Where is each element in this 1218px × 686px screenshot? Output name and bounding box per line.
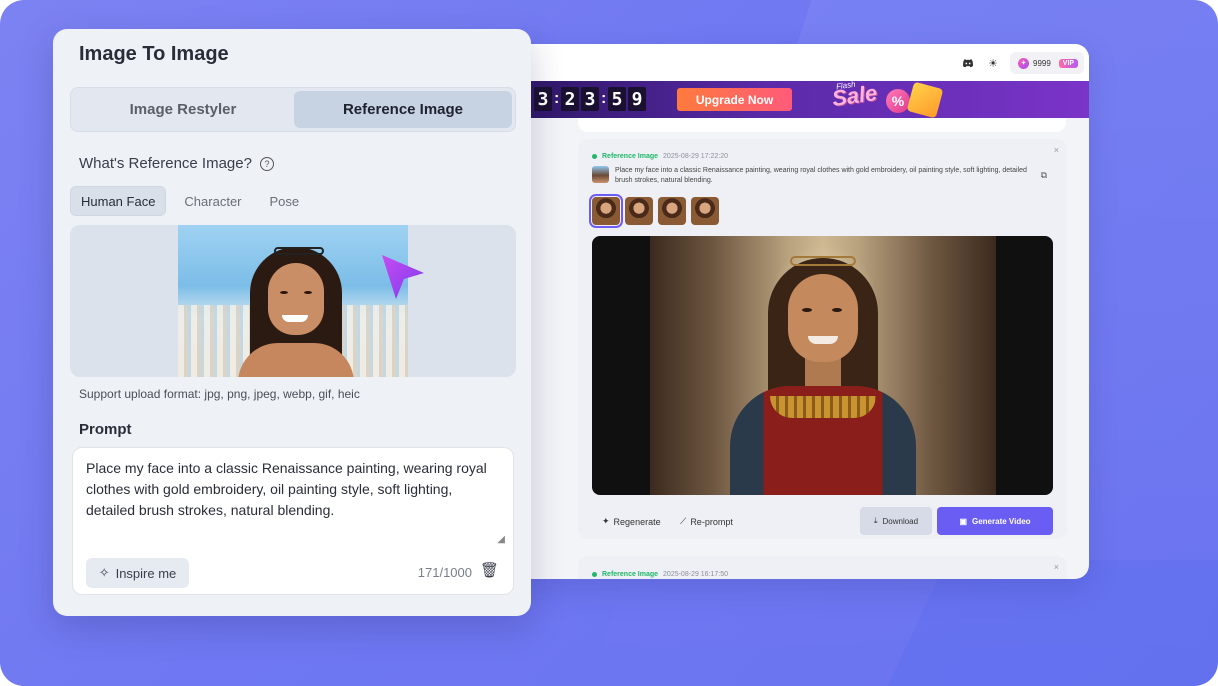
result-card-header: Reference Image 2025-08-29 16:17:50	[592, 571, 728, 578]
support-formats: Support upload format: jpg, png, jpeg, w…	[79, 387, 360, 401]
uploaded-face-photo	[178, 225, 408, 377]
copy-icon[interactable]: ⧉	[1041, 170, 1047, 181]
countdown-digit: 3	[534, 87, 552, 111]
close-icon[interactable]: ×	[1054, 562, 1059, 572]
reference-thumbnail	[592, 166, 609, 183]
reference-image-help: What's Reference Image? ?	[79, 155, 274, 172]
mode-toggle: Image Restyler Reference Image	[70, 87, 516, 132]
previous-result-card	[578, 118, 1066, 132]
video-icon: ▣	[959, 516, 967, 526]
result-thumbnail[interactable]	[589, 194, 623, 228]
result-actions: ✦ Regenerate ⟋ Re-prompt ⤓ Download ▣ Ge…	[592, 507, 1053, 535]
panel-title: Image To Image	[79, 43, 229, 65]
promo-banner: 3 : 2 3 : 5 9 Upgrade Now Flash Sale %	[500, 79, 1089, 119]
result-thumbnail[interactable]	[625, 197, 653, 225]
inspire-me-button[interactable]: ✧ Inspire me	[86, 558, 189, 588]
result-card: Reference Image 2025-08-29 16:17:50 ×	[578, 556, 1067, 579]
countdown-digit: 3	[581, 87, 599, 111]
reference-subtabs: Human Face Character Pose	[70, 186, 317, 216]
result-thumbnails	[589, 194, 719, 228]
prompt-text[interactable]: Place my face into a classic Renaissance…	[86, 458, 491, 521]
result-timestamp: 2025-08-29 16:17:50	[663, 571, 729, 578]
subtab-human-face[interactable]: Human Face	[70, 186, 167, 216]
generated-image[interactable]	[592, 236, 1053, 495]
result-timestamp: 2025-08-29 17:22:20	[663, 153, 729, 160]
regenerate-button[interactable]: ✦ Regenerate	[602, 516, 661, 527]
generate-video-button[interactable]: ▣ Generate Video	[937, 507, 1053, 535]
trash-icon[interactable]: 🗑	[480, 561, 499, 579]
result-thumbnail[interactable]	[691, 197, 719, 225]
countdown-digit: 2	[561, 87, 579, 111]
credits-badge[interactable]: ✦ 9999 VIP	[1010, 52, 1084, 74]
upgrade-now-button[interactable]: Upgrade Now	[677, 88, 792, 111]
countdown-digit: 5	[608, 87, 626, 111]
question-circle-icon[interactable]: ?	[259, 156, 274, 171]
status-dot	[592, 154, 597, 159]
countdown-timer: 3 : 2 3 : 5 9	[534, 87, 646, 111]
sun-icon[interactable]: ☀	[984, 54, 1002, 72]
download-icon: ⤓	[873, 516, 878, 525]
percent-badge: %	[886, 89, 910, 113]
result-thumbnail[interactable]	[658, 197, 686, 225]
tab-reference-image[interactable]: Reference Image	[294, 91, 512, 128]
result-type-tag: Reference Image	[602, 153, 659, 160]
pointer-cursor-icon	[382, 255, 424, 299]
result-prompt-row: Place my face into a classic Renaissance…	[592, 166, 1047, 186]
download-button[interactable]: ⤓ Download	[860, 507, 932, 535]
subtab-character[interactable]: Character	[174, 186, 251, 216]
coins-graphic	[906, 81, 944, 119]
sale-text: Sale	[830, 79, 879, 112]
reprompt-button[interactable]: ⟋ Re-prompt	[680, 516, 733, 527]
result-card-header: Reference Image 2025-08-29 17:22:20	[592, 153, 728, 160]
status-dot	[592, 572, 597, 577]
magic-wand-icon: ⟋	[680, 516, 687, 526]
close-icon[interactable]: ×	[1054, 145, 1059, 155]
top-bar: ☀ ✦ 9999 VIP	[500, 44, 1089, 81]
magic-wand-icon: ✧	[98, 565, 110, 580]
countdown-digit: 9	[628, 87, 646, 111]
discord-icon[interactable]	[959, 54, 977, 72]
flash-sale-graphic[interactable]: Flash Sale %	[824, 79, 944, 119]
subtab-pose[interactable]: Pose	[260, 186, 310, 216]
renaissance-portrait	[650, 236, 996, 495]
credit-coin-icon: ✦	[1018, 57, 1029, 69]
app-window: ☀ ✦ 9999 VIP 3 : 2 3 : 5 9 Upgrade Now F…	[500, 44, 1089, 579]
reference-question: What's Reference Image?	[79, 155, 252, 172]
prompt-label: Prompt	[79, 421, 132, 438]
result-card: Reference Image 2025-08-29 17:22:20 × Pl…	[578, 139, 1067, 539]
prompt-textarea[interactable]: Place my face into a classic Renaissance…	[72, 447, 514, 595]
sparkle-icon: ✦	[602, 516, 610, 526]
vip-badge[interactable]: VIP	[1058, 58, 1079, 68]
tab-image-restyler[interactable]: Image Restyler	[74, 91, 292, 128]
result-type-tag: Reference Image	[602, 571, 659, 578]
resize-handle-icon[interactable]: ◢	[497, 534, 505, 545]
result-prompt-text: Place my face into a classic Renaissance…	[615, 167, 1027, 184]
character-counter: 171/1000	[417, 565, 472, 580]
reference-upload-area[interactable]	[70, 225, 516, 377]
credits-count: 9999	[1033, 58, 1051, 68]
image-to-image-panel: Image To Image Image Restyler Reference …	[53, 29, 531, 616]
